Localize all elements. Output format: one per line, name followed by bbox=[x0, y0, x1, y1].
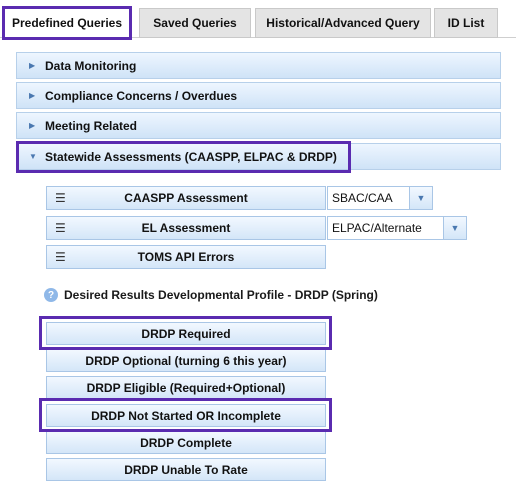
panel-label: Data Monitoring bbox=[45, 58, 137, 73]
button-label: EL Assessment bbox=[141, 221, 231, 235]
caaspp-assessment-button[interactable]: ☰ CAASPP Assessment bbox=[46, 186, 326, 210]
drdp-heading: ? Desired Results Developmental Profile … bbox=[44, 288, 378, 302]
caaspp-assessment-select[interactable]: SBAC/CAA ▼ bbox=[327, 186, 433, 210]
panel-label: Statewide Assessments (CAASPP, ELPAC & D… bbox=[45, 149, 337, 164]
caret-right-icon: ▶ bbox=[29, 121, 36, 130]
button-label: DRDP Not Started OR Incomplete bbox=[91, 408, 281, 423]
panel-label: Compliance Concerns / Overdues bbox=[45, 88, 238, 103]
button-label: DRDP Unable To Rate bbox=[124, 462, 248, 477]
help-icon: ? bbox=[44, 288, 58, 302]
tab-label: ID List bbox=[447, 16, 485, 30]
tab-label: Historical/Advanced Query bbox=[266, 16, 420, 30]
drdp-optional-button[interactable]: DRDP Optional (turning 6 this year) bbox=[46, 349, 326, 372]
el-assessment-select[interactable]: ELPAC/Alternate ▼ bbox=[327, 216, 467, 240]
list-icon: ☰ bbox=[55, 221, 66, 235]
button-label: DRDP Complete bbox=[140, 435, 232, 450]
tab-label: Saved Queries bbox=[153, 16, 237, 30]
panel-compliance-concerns[interactable]: ▶ Compliance Concerns / Overdues bbox=[16, 82, 501, 109]
list-icon: ☰ bbox=[55, 250, 66, 264]
panel-meeting-related[interactable]: ▶ Meeting Related bbox=[16, 112, 501, 139]
el-assessment-button[interactable]: ☰ EL Assessment bbox=[46, 216, 326, 240]
button-label: DRDP Optional (turning 6 this year) bbox=[85, 353, 287, 368]
drdp-required-button[interactable]: DRDP Required bbox=[46, 322, 326, 345]
panel-statewide-assessments[interactable]: ▼ Statewide Assessments (CAASPP, ELPAC &… bbox=[16, 143, 501, 170]
drdp-not-started-button[interactable]: DRDP Not Started OR Incomplete bbox=[46, 404, 326, 427]
chevron-down-icon[interactable]: ▼ bbox=[409, 187, 432, 209]
button-label: CAASPP Assessment bbox=[124, 191, 248, 205]
panel-data-monitoring[interactable]: ▶ Data Monitoring bbox=[16, 52, 501, 79]
drdp-unable-to-rate-button[interactable]: DRDP Unable To Rate bbox=[46, 458, 326, 481]
tab-id-list[interactable]: ID List bbox=[434, 8, 498, 38]
panel-label: Meeting Related bbox=[45, 118, 138, 133]
tab-historical-advanced-query[interactable]: Historical/Advanced Query bbox=[255, 8, 431, 38]
list-icon: ☰ bbox=[55, 191, 66, 205]
button-label: DRDP Required bbox=[141, 326, 231, 341]
select-value: ELPAC/Alternate bbox=[332, 221, 422, 235]
drdp-complete-button[interactable]: DRDP Complete bbox=[46, 431, 326, 454]
toms-api-errors-button[interactable]: ☰ TOMS API Errors bbox=[46, 245, 326, 269]
drdp-heading-text: Desired Results Developmental Profile - … bbox=[64, 288, 378, 302]
tab-predefined-queries[interactable]: Predefined Queries bbox=[4, 8, 130, 38]
caret-right-icon: ▶ bbox=[29, 91, 36, 100]
chevron-down-icon[interactable]: ▼ bbox=[443, 217, 466, 239]
select-value: SBAC/CAA bbox=[332, 191, 393, 205]
drdp-eligible-button[interactable]: DRDP Eligible (Required+Optional) bbox=[46, 376, 326, 399]
caret-right-icon: ▶ bbox=[29, 61, 36, 70]
button-label: TOMS API Errors bbox=[137, 250, 235, 264]
button-label: DRDP Eligible (Required+Optional) bbox=[86, 380, 286, 395]
tab-label: Predefined Queries bbox=[11, 16, 123, 30]
tab-saved-queries[interactable]: Saved Queries bbox=[139, 8, 251, 38]
caret-down-icon: ▼ bbox=[29, 152, 37, 161]
